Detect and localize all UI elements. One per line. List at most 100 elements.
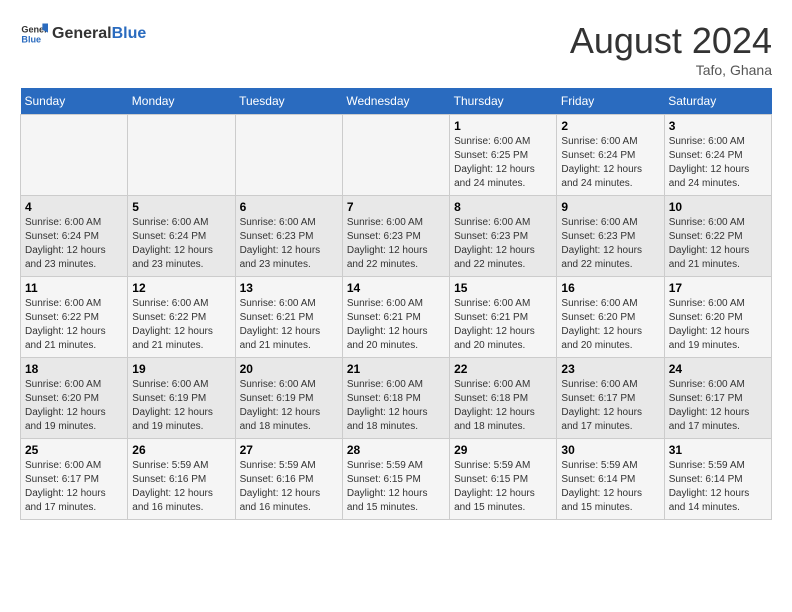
calendar-cell: 31Sunrise: 5:59 AM Sunset: 6:14 PM Dayli… (664, 439, 771, 520)
day-number: 15 (454, 281, 552, 295)
calendar-cell: 25 Sunrise: 6:00 AM Sunset: 6:17 PM Dayli… (21, 439, 128, 520)
calendar-cell (235, 115, 342, 196)
calendar-cell: 1 Sunrise: 6:00 AM Sunset: 6:25 PM Daylig… (450, 115, 557, 196)
day-number: 21 (347, 362, 445, 376)
day-info: Sunrise: 6:00 AM Sunset: 6:23 PM Dayligh… (561, 216, 659, 272)
calendar-cell: 19 Sunrise: 6:00 AM Sunset: 6:19 PM Dayli… (128, 358, 235, 439)
day-number: 31 (669, 443, 767, 457)
calendar-cell: 30 Sunrise: 5:59 AM Sunset: 6:14 PM Dayli… (557, 439, 664, 520)
day-info: Sunrise: 5:59 AM Sunset: 6:16 PM Dayligh… (132, 459, 230, 515)
day-header-thursday: Thursday (450, 88, 557, 115)
calendar-cell: 18 Sunrise: 6:00 AM Sunset: 6:20 PM Dayli… (21, 358, 128, 439)
day-number: 5 (132, 200, 230, 214)
day-info: Sunrise: 6:00 AM Sunset: 6:17 PM Dayligh… (669, 378, 767, 434)
calendar-table: SundayMondayTuesdayWednesdayThursdayFrid… (20, 88, 772, 520)
day-number: 28 (347, 443, 445, 457)
calendar-cell: 9 Sunrise: 6:00 AM Sunset: 6:23 PM Daylig… (557, 196, 664, 277)
day-number: 27 (240, 443, 338, 457)
day-info: Sunrise: 6:00 AM Sunset: 6:20 PM Dayligh… (669, 297, 767, 353)
day-number: 10 (669, 200, 767, 214)
week-row-5: 25 Sunrise: 6:00 AM Sunset: 6:17 PM Dayli… (21, 439, 772, 520)
day-number: 4 (25, 200, 123, 214)
day-number: 7 (347, 200, 445, 214)
logo-icon: General Blue (20, 20, 48, 48)
calendar-cell: 4 Sunrise: 6:00 AM Sunset: 6:24 PM Daylig… (21, 196, 128, 277)
day-info: Sunrise: 5:59 AM Sunset: 6:14 PM Dayligh… (561, 459, 659, 515)
page-header: General Blue GeneralBlue August 2024 Taf… (20, 20, 772, 78)
day-info: Sunrise: 6:00 AM Sunset: 6:22 PM Dayligh… (669, 216, 767, 272)
location: Tafo, Ghana (570, 62, 772, 78)
week-row-1: 1 Sunrise: 6:00 AM Sunset: 6:25 PM Daylig… (21, 115, 772, 196)
week-row-3: 11 Sunrise: 6:00 AM Sunset: 6:22 PM Dayli… (21, 277, 772, 358)
day-number: 18 (25, 362, 123, 376)
day-header-friday: Friday (557, 88, 664, 115)
day-info: Sunrise: 6:00 AM Sunset: 6:22 PM Dayligh… (132, 297, 230, 353)
day-info: Sunrise: 5:59 AM Sunset: 6:15 PM Dayligh… (347, 459, 445, 515)
day-number: 20 (240, 362, 338, 376)
day-info: Sunrise: 6:00 AM Sunset: 6:24 PM Dayligh… (25, 216, 123, 272)
calendar-cell: 17 Sunrise: 6:00 AM Sunset: 6:20 PM Dayli… (664, 277, 771, 358)
day-header-tuesday: Tuesday (235, 88, 342, 115)
day-info: Sunrise: 6:00 AM Sunset: 6:20 PM Dayligh… (561, 297, 659, 353)
day-header-sunday: Sunday (21, 88, 128, 115)
day-number: 29 (454, 443, 552, 457)
day-number: 12 (132, 281, 230, 295)
day-number: 3 (669, 119, 767, 133)
calendar-cell: 27Sunrise: 5:59 AM Sunset: 6:16 PM Dayli… (235, 439, 342, 520)
day-number: 17 (669, 281, 767, 295)
day-info: Sunrise: 6:00 AM Sunset: 6:23 PM Dayligh… (347, 216, 445, 272)
week-row-2: 4 Sunrise: 6:00 AM Sunset: 6:24 PM Daylig… (21, 196, 772, 277)
calendar-cell: 14Sunrise: 6:00 AM Sunset: 6:21 PM Dayli… (342, 277, 449, 358)
calendar-cell: 24 Sunrise: 6:00 AM Sunset: 6:17 PM Dayli… (664, 358, 771, 439)
day-number: 24 (669, 362, 767, 376)
calendar-cell: 11Sunrise: 6:00 AM Sunset: 6:22 PM Dayli… (21, 277, 128, 358)
calendar-cell: 10 Sunrise: 6:00 AM Sunset: 6:22 PM Dayli… (664, 196, 771, 277)
week-row-4: 18 Sunrise: 6:00 AM Sunset: 6:20 PM Dayli… (21, 358, 772, 439)
day-info: Sunrise: 6:00 AM Sunset: 6:20 PM Dayligh… (25, 378, 123, 434)
calendar-cell: 7 Sunrise: 6:00 AM Sunset: 6:23 PM Daylig… (342, 196, 449, 277)
day-header-saturday: Saturday (664, 88, 771, 115)
title-block: August 2024 Tafo, Ghana (570, 20, 772, 78)
day-info: Sunrise: 6:00 AM Sunset: 6:24 PM Dayligh… (132, 216, 230, 272)
day-info: Sunrise: 6:00 AM Sunset: 6:18 PM Dayligh… (347, 378, 445, 434)
month-year: August 2024 (570, 20, 772, 62)
day-info: Sunrise: 6:00 AM Sunset: 6:24 PM Dayligh… (561, 135, 659, 191)
calendar-cell: 28 Sunrise: 5:59 AM Sunset: 6:15 PM Dayli… (342, 439, 449, 520)
calendar-cell: 12 Sunrise: 6:00 AM Sunset: 6:22 PM Dayli… (128, 277, 235, 358)
calendar-cell: 3 Sunrise: 6:00 AM Sunset: 6:24 PM Daylig… (664, 115, 771, 196)
day-info: Sunrise: 6:00 AM Sunset: 6:23 PM Dayligh… (454, 216, 552, 272)
day-info: Sunrise: 6:00 AM Sunset: 6:19 PM Dayligh… (132, 378, 230, 434)
calendar-cell: 2 Sunrise: 6:00 AM Sunset: 6:24 PM Daylig… (557, 115, 664, 196)
calendar-cell: 23Sunrise: 6:00 AM Sunset: 6:17 PM Dayli… (557, 358, 664, 439)
day-info: Sunrise: 6:00 AM Sunset: 6:24 PM Dayligh… (669, 135, 767, 191)
calendar-cell: 8Sunrise: 6:00 AM Sunset: 6:23 PM Daylig… (450, 196, 557, 277)
day-info: Sunrise: 6:00 AM Sunset: 6:17 PM Dayligh… (25, 459, 123, 515)
day-number: 19 (132, 362, 230, 376)
calendar-cell (342, 115, 449, 196)
day-header-wednesday: Wednesday (342, 88, 449, 115)
day-number: 25 (25, 443, 123, 457)
day-info: Sunrise: 6:00 AM Sunset: 6:25 PM Dayligh… (454, 135, 552, 191)
day-number: 2 (561, 119, 659, 133)
calendar-cell: 13Sunrise: 6:00 AM Sunset: 6:21 PM Dayli… (235, 277, 342, 358)
day-info: Sunrise: 6:00 AM Sunset: 6:21 PM Dayligh… (347, 297, 445, 353)
day-header-monday: Monday (128, 88, 235, 115)
calendar-cell: 26 Sunrise: 5:59 AM Sunset: 6:16 PM Dayli… (128, 439, 235, 520)
day-number: 26 (132, 443, 230, 457)
header-row: SundayMondayTuesdayWednesdayThursdayFrid… (21, 88, 772, 115)
calendar-cell: 29 Sunrise: 5:59 AM Sunset: 6:15 PM Dayli… (450, 439, 557, 520)
calendar-cell: 15Sunrise: 6:00 AM Sunset: 6:21 PM Dayli… (450, 277, 557, 358)
day-info: Sunrise: 6:00 AM Sunset: 6:19 PM Dayligh… (240, 378, 338, 434)
calendar-cell: 6Sunrise: 6:00 AM Sunset: 6:23 PM Daylig… (235, 196, 342, 277)
day-info: Sunrise: 6:00 AM Sunset: 6:17 PM Dayligh… (561, 378, 659, 434)
day-number: 11 (25, 281, 123, 295)
calendar-cell: 16 Sunrise: 6:00 AM Sunset: 6:20 PM Dayli… (557, 277, 664, 358)
day-number: 9 (561, 200, 659, 214)
logo-blue: Blue (112, 25, 147, 42)
day-info: Sunrise: 5:59 AM Sunset: 6:15 PM Dayligh… (454, 459, 552, 515)
day-number: 1 (454, 119, 552, 133)
calendar-cell: 21 Sunrise: 6:00 AM Sunset: 6:18 PM Dayli… (342, 358, 449, 439)
day-number: 30 (561, 443, 659, 457)
calendar-cell (21, 115, 128, 196)
day-number: 16 (561, 281, 659, 295)
